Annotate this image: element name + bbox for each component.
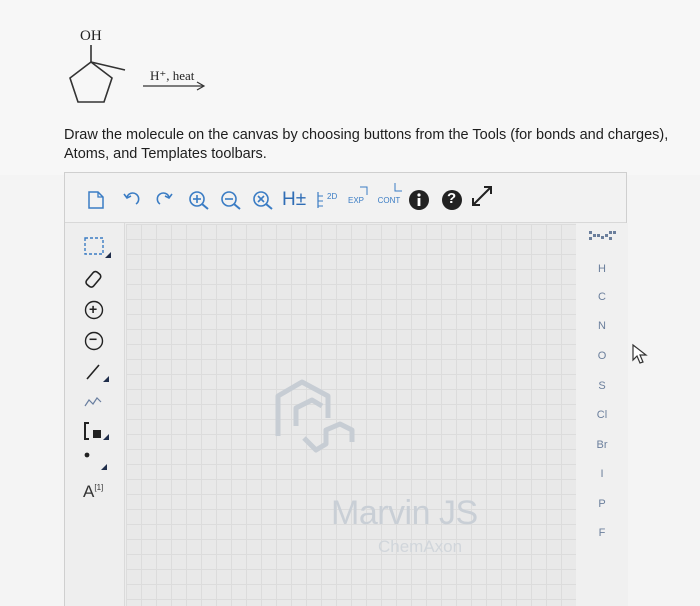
zoom-out-icon[interactable] <box>219 189 243 211</box>
charge-minus-label: − <box>89 331 98 347</box>
atom-button-f[interactable]: F <box>576 527 628 539</box>
help-icon[interactable]: ? <box>441 189 463 211</box>
reaction-conditions: H⁺, heat <box>150 68 195 83</box>
atom-button-i[interactable]: I <box>576 468 628 480</box>
charge-minus-button[interactable]: − <box>83 328 121 354</box>
atom-button-h[interactable]: H <box>576 263 628 275</box>
expand-button[interactable]: EXP <box>341 186 371 211</box>
new-document-icon[interactable] <box>87 189 105 211</box>
marvin-logo-icon <box>275 379 355 453</box>
contract-button[interactable]: CONT <box>373 183 405 211</box>
radical-icon[interactable] <box>83 449 121 475</box>
atom-button-p[interactable]: P <box>576 498 628 510</box>
reaction-scheme: OH H⁺, heat <box>60 22 230 122</box>
eraser-icon[interactable] <box>83 265 121 291</box>
undo-icon[interactable] <box>121 189 141 211</box>
atom-button-br[interactable]: Br <box>576 439 628 451</box>
tools-toolbar: + − A [1] <box>65 223 125 606</box>
cyclopentanol-structure <box>69 45 206 103</box>
zoom-reset-icon[interactable] <box>251 189 275 211</box>
atom-button-s[interactable]: S <box>576 380 628 392</box>
mouse-pointer-icon <box>632 343 648 364</box>
chemaxon-brand: ChemAxon <box>378 537 463 556</box>
contract-label: CONT <box>377 195 401 205</box>
info-icon[interactable] <box>408 189 430 211</box>
top-toolbar: H± 2D EXP CONT ? <box>65 173 626 223</box>
atom-list-superscript: [1] <box>94 482 104 492</box>
redo-icon[interactable] <box>155 189 175 211</box>
clean-2d-button[interactable]: 2D <box>315 189 337 211</box>
atom-button-c[interactable]: C <box>576 291 628 303</box>
selection-tool-icon[interactable] <box>83 235 121 261</box>
atom-button-n[interactable]: N <box>576 320 628 332</box>
hydrogen-toggle-button[interactable]: H± <box>282 189 306 211</box>
marvin-editor: H± 2D EXP CONT ? + − A [1] Marvin JS Che… <box>64 172 628 606</box>
fullscreen-icon[interactable] <box>469 185 495 207</box>
charge-plus-button[interactable]: + <box>83 297 121 323</box>
atom-button-o[interactable]: O <box>576 350 628 362</box>
question-area: OH H⁺, heat Draw the molecule on the can… <box>0 0 700 175</box>
marvin-brand: Marvin JS <box>331 494 478 532</box>
periodic-table-icon[interactable] <box>588 228 618 244</box>
atom-list-label: A <box>83 482 95 501</box>
help-label: ? <box>447 190 457 207</box>
atom-list-button[interactable]: A [1] <box>83 479 121 505</box>
zoom-in-icon[interactable] <box>187 189 211 211</box>
sgroup-bracket-icon[interactable] <box>83 419 121 445</box>
atom-button-cl[interactable]: Cl <box>576 409 628 421</box>
chain-icon[interactable] <box>83 389 121 415</box>
charge-plus-label: + <box>89 301 98 317</box>
drawing-canvas[interactable]: Marvin JS ChemAxon <box>126 224 576 606</box>
atoms-toolbar: H C N O S Cl Br I P F <box>576 223 628 606</box>
single-bond-icon[interactable] <box>83 359 121 385</box>
instruction-text: Draw the molecule on the canvas by choos… <box>64 127 669 162</box>
